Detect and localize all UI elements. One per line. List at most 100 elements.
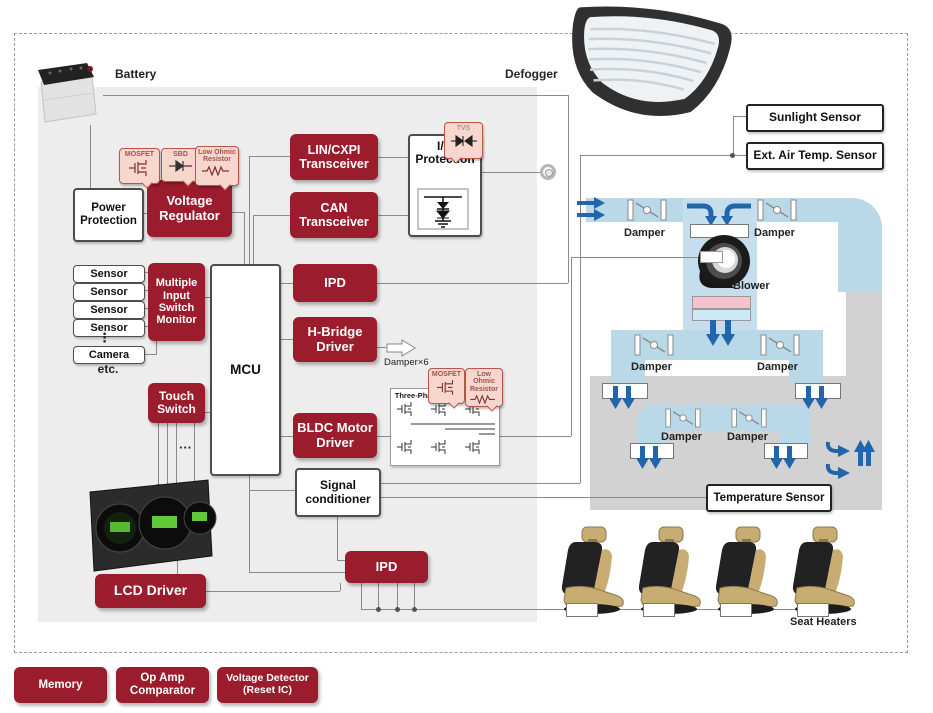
h-bridge-driver-box: H-Bridge Driver [293,317,377,362]
wire [378,215,408,216]
wire-junction [730,153,735,158]
damper-label: Damper [727,431,768,443]
seat-image [706,526,784,614]
damper-icon [665,408,701,428]
duct-corner [838,198,882,292]
wire [158,423,159,486]
duct-return [846,292,882,378]
wire [249,156,250,264]
damper-x6-label: Damper×6 [384,357,429,368]
low-ohmic-callout-label: Low Ohmic Resistor [466,371,502,393]
wire [580,155,746,156]
wire [337,560,345,561]
wire [414,583,415,609]
seat-image [783,526,861,614]
lin-cxpi-transceiver-box: LIN/CXPI Transceiver [290,134,378,180]
connector-icon [540,164,556,180]
damper-label: Damper [624,227,665,239]
seat-heater-element [643,603,675,617]
temperature-sensor-box: Temperature Sensor [706,484,832,512]
tvs-callout-label: TVS [445,125,482,132]
power-protection-box: Power Protection [73,188,144,242]
mosfet-callout: MOSFET [428,368,465,404]
airflow-down-arrows-icon [803,386,831,412]
io-protection-circuit-icon [417,188,469,230]
wire [478,172,541,173]
damper-icon [760,334,800,356]
damper-label: Damper [631,361,672,373]
damper-icon [731,408,767,428]
low-ohmic-resistor-callout: Low Ohmic Resistor [195,146,239,186]
touch-switch-box: Touch Switch [148,383,205,423]
tvs-callout: TVS [444,122,483,159]
sensor-box: Sensor [73,265,145,283]
mosfet-callout-label: MOSFET [429,371,464,378]
airflow-down-arrows-icon [771,446,799,472]
blower-label: Blower [733,280,770,292]
wire [103,95,568,96]
wire [377,347,386,348]
wire [377,497,706,498]
damper-icon [627,199,667,221]
damper-label: Damper [754,227,795,239]
diode-symbol-icon [169,160,193,173]
low-ohmic-resistor-callout: Low Ohmic Resistor [465,368,503,407]
ipd-box: IPD [293,264,377,302]
instrument-cluster-image [88,478,218,574]
wire [206,591,340,592]
wire [249,572,345,573]
wire [377,283,568,284]
wire [253,215,290,216]
battery-image [30,60,110,130]
ext-air-temp-sensor-box: Ext. Air Temp. Sensor [746,142,884,170]
sunlight-sensor-box: Sunlight Sensor [746,104,884,132]
wire [377,436,390,437]
airflow-down-arrows-icon [637,446,665,472]
voltage-detector-box: Voltage Detector (Reset IC) [217,667,318,703]
wire [397,583,398,609]
wire [249,490,295,491]
recirculation-arrows-icon [822,440,854,484]
wire [378,157,408,158]
low-ohmic-callout-label: Low Ohmic Resistor [196,149,238,164]
can-transceiver-box: CAN Transceiver [290,192,378,238]
wire [361,583,362,609]
automotive-hvac-block-diagram: Damper Damper Blower Damper Damper [0,0,933,713]
mosfet-symbol-icon [436,379,458,395]
damper-icon [634,334,674,356]
tvs-symbol-icon [451,134,477,148]
wire [378,583,379,609]
wire [244,212,245,264]
op-amp-comparator-box: Op Amp Comparator [116,667,209,703]
battery-label: Battery [115,67,156,81]
bldc-motor-driver-box: BLDC Motor Driver [293,413,377,458]
sensor-box: Sensor [73,283,145,301]
memory-box: Memory [14,667,107,703]
wire [571,257,572,436]
damper-x6-arrow-icon [386,339,416,357]
mosfet-callout: MOSFET [119,148,160,184]
wire [571,257,703,258]
ipd-box: IPD [345,551,428,583]
wire [249,156,290,157]
connector-pin-icon [545,169,553,177]
multiple-input-switch-monitor-box: Multiple Input Switch Monitor [148,263,205,341]
wire [377,483,580,484]
voltage-regulator-box: Voltage Regulator [147,180,232,237]
wire [232,212,244,213]
signal-conditioner-box: Signal conditioner [295,468,381,517]
damper-label: Damper [757,361,798,373]
wire [253,215,254,264]
seat-heater-element [566,603,598,617]
wire [498,436,571,437]
seat-image [552,526,630,614]
wire [337,513,338,560]
wire [90,125,91,188]
airflow-down-arrows-icon [610,386,638,412]
inverter-circuit-icon [391,400,497,460]
airflow-down-arrows-icon [706,320,738,348]
defogger-image [543,2,743,134]
wire-junction [412,607,417,612]
seat-heater-element [720,603,752,617]
mosfet-symbol-icon [128,159,152,176]
